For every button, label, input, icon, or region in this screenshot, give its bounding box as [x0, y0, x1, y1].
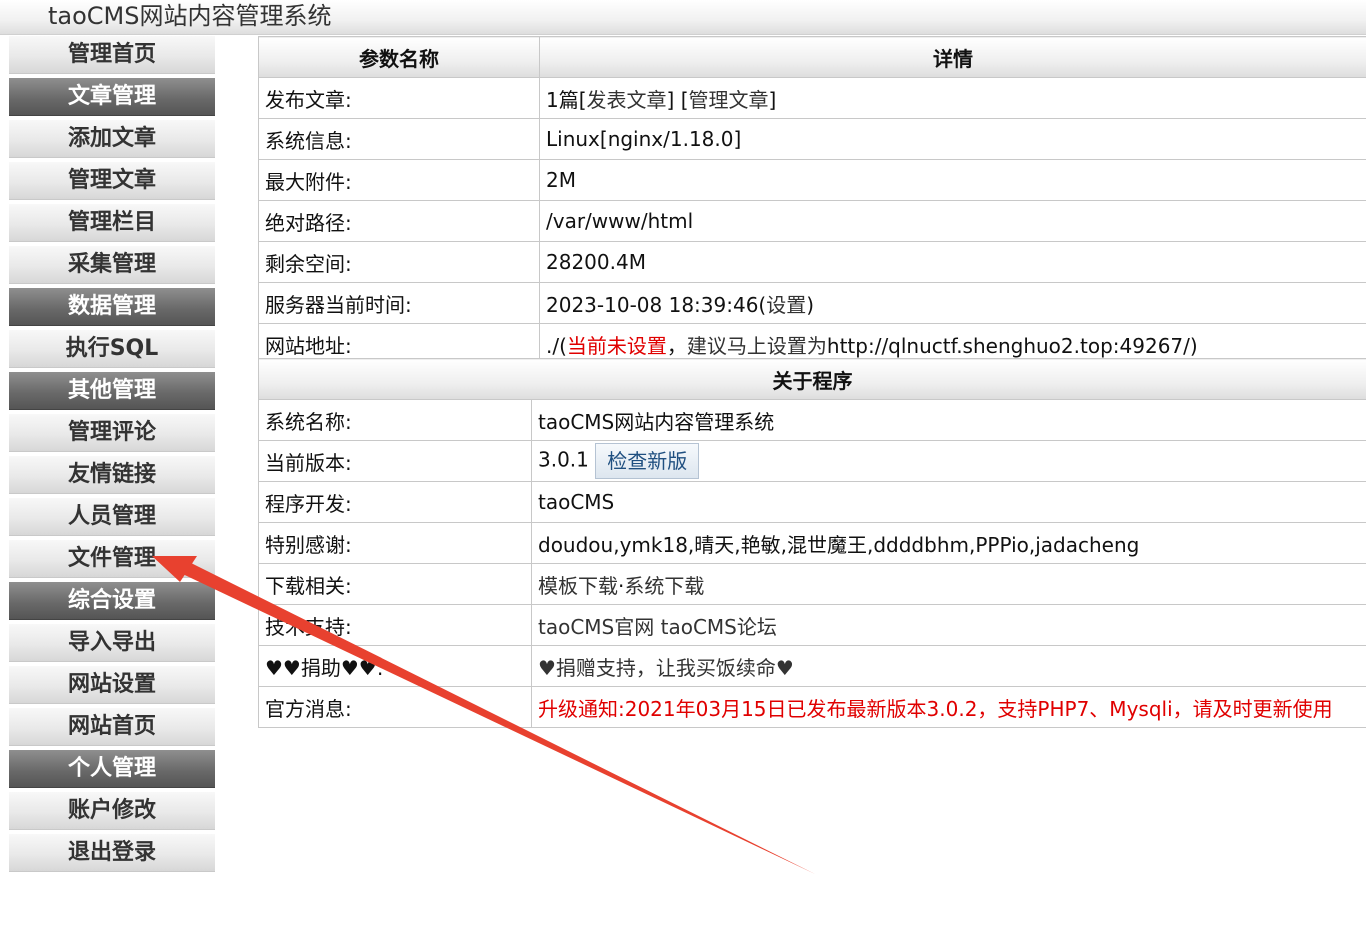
- about-value: ♥捐赠支持，让我买饭续命♥: [531, 645, 1366, 687]
- param-name-header: 参数名称: [258, 36, 540, 78]
- about-value: taoCMS: [531, 481, 1366, 523]
- param-label: 发布文章:: [258, 77, 540, 119]
- time-settings-link[interactable]: 设置: [766, 293, 806, 317]
- table-row: 系统信息: Linux[nginx/1.18.0]: [258, 118, 1366, 160]
- table-row: 当前版本: 3.0.1 检查新版: [258, 440, 1366, 482]
- server-time: 2023-10-08 18:39:46: [546, 292, 759, 317]
- sidebar-section-header: 其他管理: [9, 372, 215, 410]
- about-label: 技术支持:: [258, 604, 532, 646]
- param-label: 服务器当前时间:: [258, 282, 540, 324]
- bracket: ]: [768, 87, 777, 112]
- param-value: 28200.4M: [539, 241, 1366, 283]
- table-row: 服务器当前时间: 2023-10-08 18:39:46(设置): [258, 282, 1366, 324]
- table-row: 剩余空间: 28200.4M: [258, 241, 1366, 283]
- param-label: 最大附件:: [258, 159, 540, 201]
- about-value: 模板下载·系统下载: [531, 563, 1366, 605]
- table-row: 特别感谢: doudou,ymk18,晴天,艳敏,混世魔王,ddddbhm,PP…: [258, 522, 1366, 564]
- official-site-link[interactable]: taoCMS官网: [538, 615, 654, 639]
- about-table: 关于程序 系统名称: taoCMS网站内容管理系统 当前版本: 3.0.1 检查…: [258, 358, 1366, 728]
- param-label: 绝对路径:: [258, 200, 540, 242]
- post-article-link[interactable]: 发表文章: [587, 88, 667, 112]
- sidebar-item[interactable]: 管理评论: [9, 414, 215, 452]
- manage-articles-link[interactable]: 管理文章: [689, 88, 769, 112]
- donate-link[interactable]: ♥捐赠支持，让我买饭续命♥: [538, 656, 794, 680]
- template-download-link[interactable]: 模板下载: [538, 574, 618, 598]
- about-label: ♥♥捐助♥♥:: [258, 645, 532, 687]
- about-title: 关于程序: [258, 358, 1366, 400]
- table-row: 程序开发: taoCMS: [258, 481, 1366, 523]
- sidebar-section-header: 综合设置: [9, 582, 215, 620]
- param-label: 系统信息:: [258, 118, 540, 160]
- about-value: taoCMS官网 taoCMS论坛: [531, 604, 1366, 646]
- sidebar-item[interactable]: 网站设置: [9, 666, 215, 704]
- params-table: 参数名称 详情 发布文章: 1篇[发表文章] [管理文章] 系统信息: Linu…: [258, 36, 1366, 365]
- paren: ): [1189, 333, 1198, 358]
- comma: ，: [666, 333, 687, 358]
- params-header-row: 参数名称 详情: [258, 36, 1366, 78]
- sidebar-item[interactable]: 管理文章: [9, 162, 215, 200]
- suggested-url: http://qlnuctf.shenghuo2.top:49267/: [826, 333, 1190, 358]
- table-row: ♥♥捐助♥♥: ♥捐赠支持，让我买饭续命♥: [258, 645, 1366, 687]
- about-label: 程序开发:: [258, 481, 532, 523]
- top-bar: taoCMS网站内容管理系统: [0, 0, 1366, 35]
- table-row: 绝对路径: /var/www/html: [258, 200, 1366, 242]
- about-label: 当前版本:: [258, 440, 532, 482]
- sidebar-item[interactable]: 导入导出: [9, 624, 215, 662]
- sidebar-section-header: 文章管理: [9, 78, 215, 116]
- sidebar-item[interactable]: 文件管理: [9, 540, 215, 578]
- sidebar-item[interactable]: 友情链接: [9, 456, 215, 494]
- bracket: ] [: [666, 87, 689, 112]
- table-row: 系统名称: taoCMS网站内容管理系统: [258, 399, 1366, 441]
- sidebar-item[interactable]: 执行SQL: [9, 330, 215, 368]
- param-value: 1篇[发表文章] [管理文章]: [539, 77, 1366, 119]
- param-value: 2M: [539, 159, 1366, 201]
- site-title: taoCMS网站内容管理系统: [48, 2, 332, 30]
- table-row: 官方消息: 升级通知:2021年03月15日已发布最新版本3.0.2，支持PHP…: [258, 686, 1366, 728]
- detail-header: 详情: [539, 36, 1366, 78]
- sidebar-item[interactable]: 人员管理: [9, 498, 215, 536]
- about-value: 3.0.1 检查新版: [531, 440, 1366, 482]
- about-header-row: 关于程序: [258, 358, 1366, 400]
- system-download-link[interactable]: 系统下载: [624, 574, 704, 598]
- sidebar-item[interactable]: 退出登录: [9, 834, 215, 872]
- official-news: 升级通知:2021年03月15日已发布最新版本3.0.2，支持PHP7、Mysq…: [531, 686, 1366, 728]
- sidebar-item[interactable]: 网站首页: [9, 708, 215, 746]
- paren: ): [806, 292, 815, 317]
- sidebar-item[interactable]: 添加文章: [9, 120, 215, 158]
- sidebar-item[interactable]: 管理栏目: [9, 204, 215, 242]
- about-label: 系统名称:: [258, 399, 532, 441]
- about-label: 下载相关:: [258, 563, 532, 605]
- param-value: Linux[nginx/1.18.0]: [539, 118, 1366, 160]
- about-label: 特别感谢:: [258, 522, 532, 564]
- sidebar-item[interactable]: 账户修改: [9, 792, 215, 830]
- check-update-button[interactable]: 检查新版: [595, 443, 700, 479]
- url-prefix: ./(: [546, 333, 567, 358]
- param-value: 2023-10-08 18:39:46(设置): [539, 282, 1366, 324]
- sidebar-section-header: 数据管理: [9, 288, 215, 326]
- suggest-url-link[interactable]: 建议马上设置为: [687, 334, 827, 358]
- param-label: 剩余空间:: [258, 241, 540, 283]
- sidebar-menu: 管理首页文章管理添加文章管理文章管理栏目采集管理数据管理执行SQL 其他管理管理评…: [9, 36, 215, 876]
- publish-count: 1篇: [546, 87, 579, 112]
- version-number: 3.0.1: [538, 447, 589, 472]
- table-row: 发布文章: 1篇[发表文章] [管理文章]: [258, 77, 1366, 119]
- table-row: 下载相关: 模板下载·系统下载: [258, 563, 1366, 605]
- about-label: 官方消息:: [258, 686, 532, 728]
- param-value: /var/www/html: [539, 200, 1366, 242]
- table-row: 技术支持: taoCMS官网 taoCMS论坛: [258, 604, 1366, 646]
- bracket: [: [578, 87, 587, 112]
- table-row: 最大附件: 2M: [258, 159, 1366, 201]
- url-unset-notice: 当前未设置: [566, 333, 667, 358]
- forum-link[interactable]: taoCMS论坛: [661, 615, 777, 639]
- about-value: taoCMS网站内容管理系统: [531, 399, 1366, 441]
- sidebar-item[interactable]: 管理首页: [9, 36, 215, 74]
- sidebar-section-header: 个人管理: [9, 750, 215, 788]
- sidebar-item[interactable]: 采集管理: [9, 246, 215, 284]
- about-value: doudou,ymk18,晴天,艳敏,混世魔王,ddddbhm,PPPio,ja…: [531, 522, 1366, 564]
